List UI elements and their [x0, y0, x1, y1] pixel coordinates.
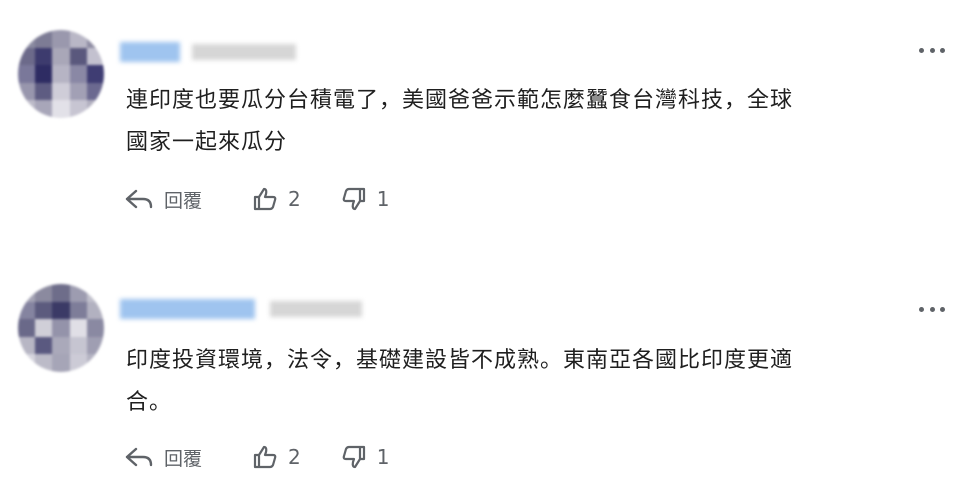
dislike-button[interactable]: 1	[341, 444, 390, 470]
thumbs-down-icon	[341, 444, 367, 470]
comment-actions: 回覆 2 1	[124, 184, 419, 214]
username-blurred	[120, 295, 365, 325]
reply-label: 回覆	[164, 447, 203, 470]
more-options-icon[interactable]	[919, 46, 945, 54]
comment-text: 連印度也要瓜分台積電了，美國爸爸示範怎麼蠶食台灣科技，全球 國家一起來瓜分	[126, 80, 946, 164]
avatar[interactable]	[18, 284, 104, 372]
avatar[interactable]	[18, 30, 104, 118]
dislike-count: 1	[376, 187, 390, 211]
comment-item: 印度投資環境，法令，基礎建設皆不成熟。東南亞各國比印度更適 合。 回覆 2 1	[0, 250, 963, 496]
dislike-button[interactable]: 1	[341, 186, 390, 212]
reply-button[interactable]: 回覆	[124, 186, 202, 213]
comment-text-line: 印度投資環境，法令，基礎建設皆不成熟。東南亞各國比印度更適	[126, 348, 794, 373]
like-button[interactable]: 2	[252, 444, 301, 470]
thumbs-up-icon	[252, 444, 278, 470]
like-button[interactable]: 2	[252, 186, 301, 212]
comment-text-line: 國家一起來瓜分	[126, 130, 288, 155]
thumbs-up-icon	[252, 186, 278, 212]
username-blurred	[120, 38, 300, 68]
reply-button[interactable]: 回覆	[124, 444, 202, 471]
reply-label: 回覆	[164, 189, 203, 212]
like-count: 2	[288, 187, 301, 211]
comment-text-line: 連印度也要瓜分台積電了，美國爸爸示範怎麼蠶食台灣科技，全球	[126, 88, 794, 113]
reply-arrow-icon	[124, 445, 154, 469]
dislike-count: 1	[376, 445, 390, 469]
comment-actions: 回覆 2 1	[124, 442, 419, 472]
more-options-icon[interactable]	[919, 305, 945, 313]
thumbs-down-icon	[341, 186, 367, 212]
comment-text: 印度投資環境，法令，基礎建設皆不成熟。東南亞各國比印度更適 合。	[126, 340, 946, 424]
like-count: 2	[288, 445, 301, 469]
comment-text-line: 合。	[126, 390, 173, 415]
comment-item: 連印度也要瓜分台積電了，美國爸爸示範怎麼蠶食台灣科技，全球 國家一起來瓜分 回覆…	[0, 0, 963, 250]
reply-arrow-icon	[124, 187, 154, 211]
